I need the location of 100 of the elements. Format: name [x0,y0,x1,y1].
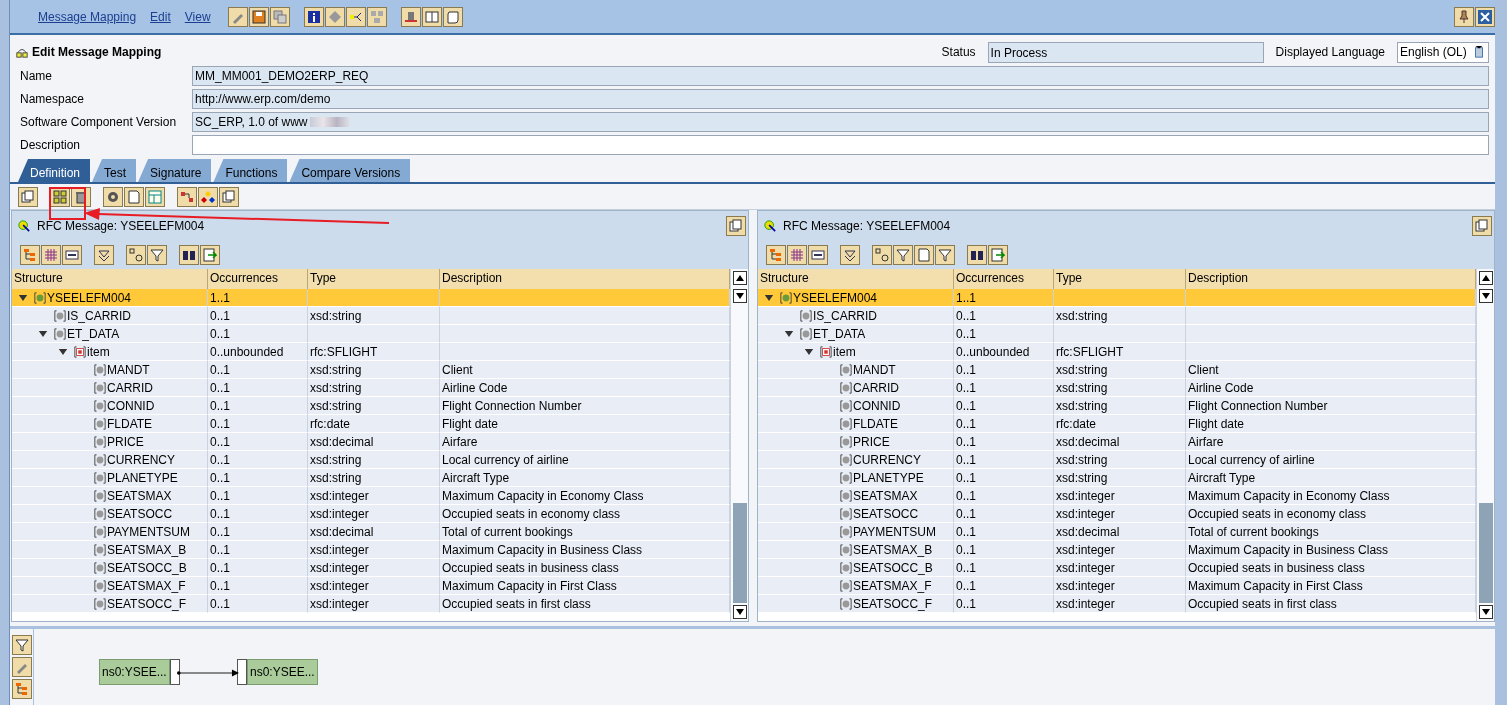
filter-icon[interactable] [12,635,32,655]
expand-icon[interactable] [18,293,28,302]
tree-row[interactable]: CURRENCY 0..1 xsd:string Local currency of airline [758,451,1476,469]
menu-item[interactable]: Message Mapping [35,9,140,24]
gear-icon[interactable] [103,186,123,207]
info-icon[interactable] [303,6,324,27]
tree-row[interactable]: IS_CARRID 0..1 xsd:string [758,307,1476,325]
tree-row[interactable]: ET_DATA 0..1 [12,325,730,343]
tree-row[interactable]: CURRENCY 0..1 xsd:string Local currency of airline [12,451,730,469]
pin-icon[interactable] [1454,6,1474,27]
scrollbar-thumb[interactable] [732,503,747,603]
tree-row[interactable]: SEATSOCC 0..1 xsd:integer Occupied seats in economy class [12,505,730,523]
tree-row[interactable]: ET_DATA 0..1 [758,325,1476,343]
windows-icon[interactable] [219,186,239,207]
tree-row[interactable]: CONNID 0..1 xsd:string Flight Connection Number [758,397,1476,415]
shapes-icon[interactable] [198,186,218,207]
column-header[interactable]: Occurrences [208,269,308,289]
input-field[interactable] [192,135,1489,155]
collapse-icon[interactable] [94,245,114,265]
scroll-down-icon[interactable] [1481,609,1490,615]
tree-row[interactable]: SEATSMAX 0..1 xsd:integer Maximum Capacity in Economy Class [12,487,730,505]
scroll-up-icon[interactable] [735,275,744,281]
tab[interactable]: Signature [138,159,212,182]
tab[interactable]: Definition [18,159,91,182]
tree-row[interactable]: SEATSOCC_B 0..1 xsd:integer Occupied seats in business class [12,559,730,577]
book-icon[interactable] [421,6,442,27]
tree-row[interactable]: SEATSOCC_F 0..1 xsd:integer Occupied seats in first class [758,595,1476,613]
tree-row[interactable]: SEATSOCC_F 0..1 xsd:integer Occupied seats in first class [12,595,730,613]
save-icon[interactable] [248,6,269,27]
tree-row[interactable]: MANDT 0..1 xsd:string Client [12,361,730,379]
filter-icon[interactable] [935,245,955,265]
column-header[interactable]: Description [1186,269,1476,289]
expand-icon[interactable] [784,329,794,338]
tree-row[interactable]: item 0..unbounded rfc:SFLIGHT [12,343,730,361]
tree-icon[interactable] [20,245,40,265]
tree-row[interactable]: SEATSMAX_B 0..1 xsd:integer Maximum Capacity in Business Class [758,541,1476,559]
expand-icon[interactable] [58,347,68,356]
column-header[interactable]: Structure [758,269,954,289]
export-icon[interactable] [200,245,220,265]
filter-icon[interactable] [147,245,167,265]
tree-row[interactable]: MANDT 0..1 xsd:string Client [758,361,1476,379]
column-header[interactable]: Description [440,269,730,289]
tree-row[interactable]: SEATSMAX_F 0..1 xsd:integer Maximum Capacity in First Class [12,577,730,595]
close-icon[interactable] [1475,6,1495,27]
scrollbar[interactable] [1476,269,1494,621]
scrollbar[interactable] [730,269,748,621]
tree-row[interactable]: SEATSMAX_F 0..1 xsd:integer Maximum Capacity in First Class [758,577,1476,595]
pencil-icon[interactable] [227,6,248,27]
collapse-icon[interactable] [840,245,860,265]
tree-row[interactable]: CARRID 0..1 xsd:string Airline Code [12,379,730,397]
pencil-icon[interactable] [12,657,32,677]
tree-row[interactable]: SEATSMAX 0..1 xsd:integer Maximum Capacity in Economy Class [758,487,1476,505]
tree-row[interactable]: YSEELEFM004 1..1 [12,289,730,307]
tab[interactable]: Compare Versions [289,159,411,182]
column-header[interactable]: Type [1054,269,1186,289]
tree-icon[interactable] [12,679,32,699]
windows-icon[interactable] [18,186,38,207]
branch-arrows-icon[interactable] [345,6,366,27]
column-header[interactable]: Occurrences [954,269,1054,289]
layout-icon[interactable] [145,186,165,207]
column-header[interactable]: Type [308,269,440,289]
column-header[interactable]: Structure [12,269,208,289]
tree-icon[interactable] [766,245,786,265]
scrollbar-thumb[interactable] [1478,503,1493,603]
document-icon[interactable] [914,245,934,265]
tree-row[interactable]: SEATSOCC 0..1 xsd:integer Occupied seats in economy class [758,505,1476,523]
tree-row[interactable]: IS_CARRID 0..1 xsd:string [12,307,730,325]
tree-row[interactable]: FLDATE 0..1 rfc:date Flight date [12,415,730,433]
menu-item[interactable]: Edit [147,9,174,24]
link-icon[interactable] [177,186,197,207]
tree-row[interactable]: item 0..unbounded rfc:SFLIGHT [758,343,1476,361]
tree-row[interactable]: PAYMENTSUM 0..1 xsd:decimal Total of current bookings [12,523,730,541]
tree-row[interactable]: PAYMENTSUM 0..1 xsd:decimal Total of current bookings [758,523,1476,541]
scroll-down-icon[interactable] [735,609,744,615]
tab[interactable]: Functions [213,159,288,182]
expand-icon[interactable] [804,347,814,356]
windows-icon[interactable] [726,216,746,236]
tree-row[interactable]: SEATSMAX_B 0..1 xsd:integer Maximum Capacity in Business Class [12,541,730,559]
tree-row[interactable]: CARRID 0..1 xsd:string Airline Code [758,379,1476,397]
grid-blocks-icon[interactable] [366,6,387,27]
tree-row[interactable]: PLANETYPE 0..1 xsd:string Aircraft Type [758,469,1476,487]
windows-icon[interactable] [1472,216,1492,236]
menu-item[interactable]: View [181,9,214,24]
tab[interactable]: Test [92,159,137,182]
tree-row[interactable]: FLDATE 0..1 rfc:date Flight date [758,415,1476,433]
scroll-down-icon[interactable] [1481,293,1490,299]
tree-row[interactable]: CONNID 0..1 xsd:string Flight Connection Number [12,397,730,415]
scroll-up-icon[interactable] [1481,275,1490,281]
filter-icon[interactable] [893,245,913,265]
expand-icon[interactable] [764,293,774,302]
tree-row[interactable]: PRICE 0..1 xsd:decimal Airfare [758,433,1476,451]
scroll-down-icon[interactable] [735,293,744,299]
hat-icon[interactable] [400,6,421,27]
export-icon[interactable] [988,245,1008,265]
document-icon[interactable] [124,186,144,207]
tree-row[interactable]: YSEELEFM004 1..1 [758,289,1476,307]
tree-row[interactable]: SEATSOCC_B 0..1 xsd:integer Occupied seats in business class [758,559,1476,577]
language-dropdown[interactable]: English (OL) [1397,41,1489,63]
expand-icon[interactable] [38,329,48,338]
copy-icon[interactable] [269,6,290,27]
